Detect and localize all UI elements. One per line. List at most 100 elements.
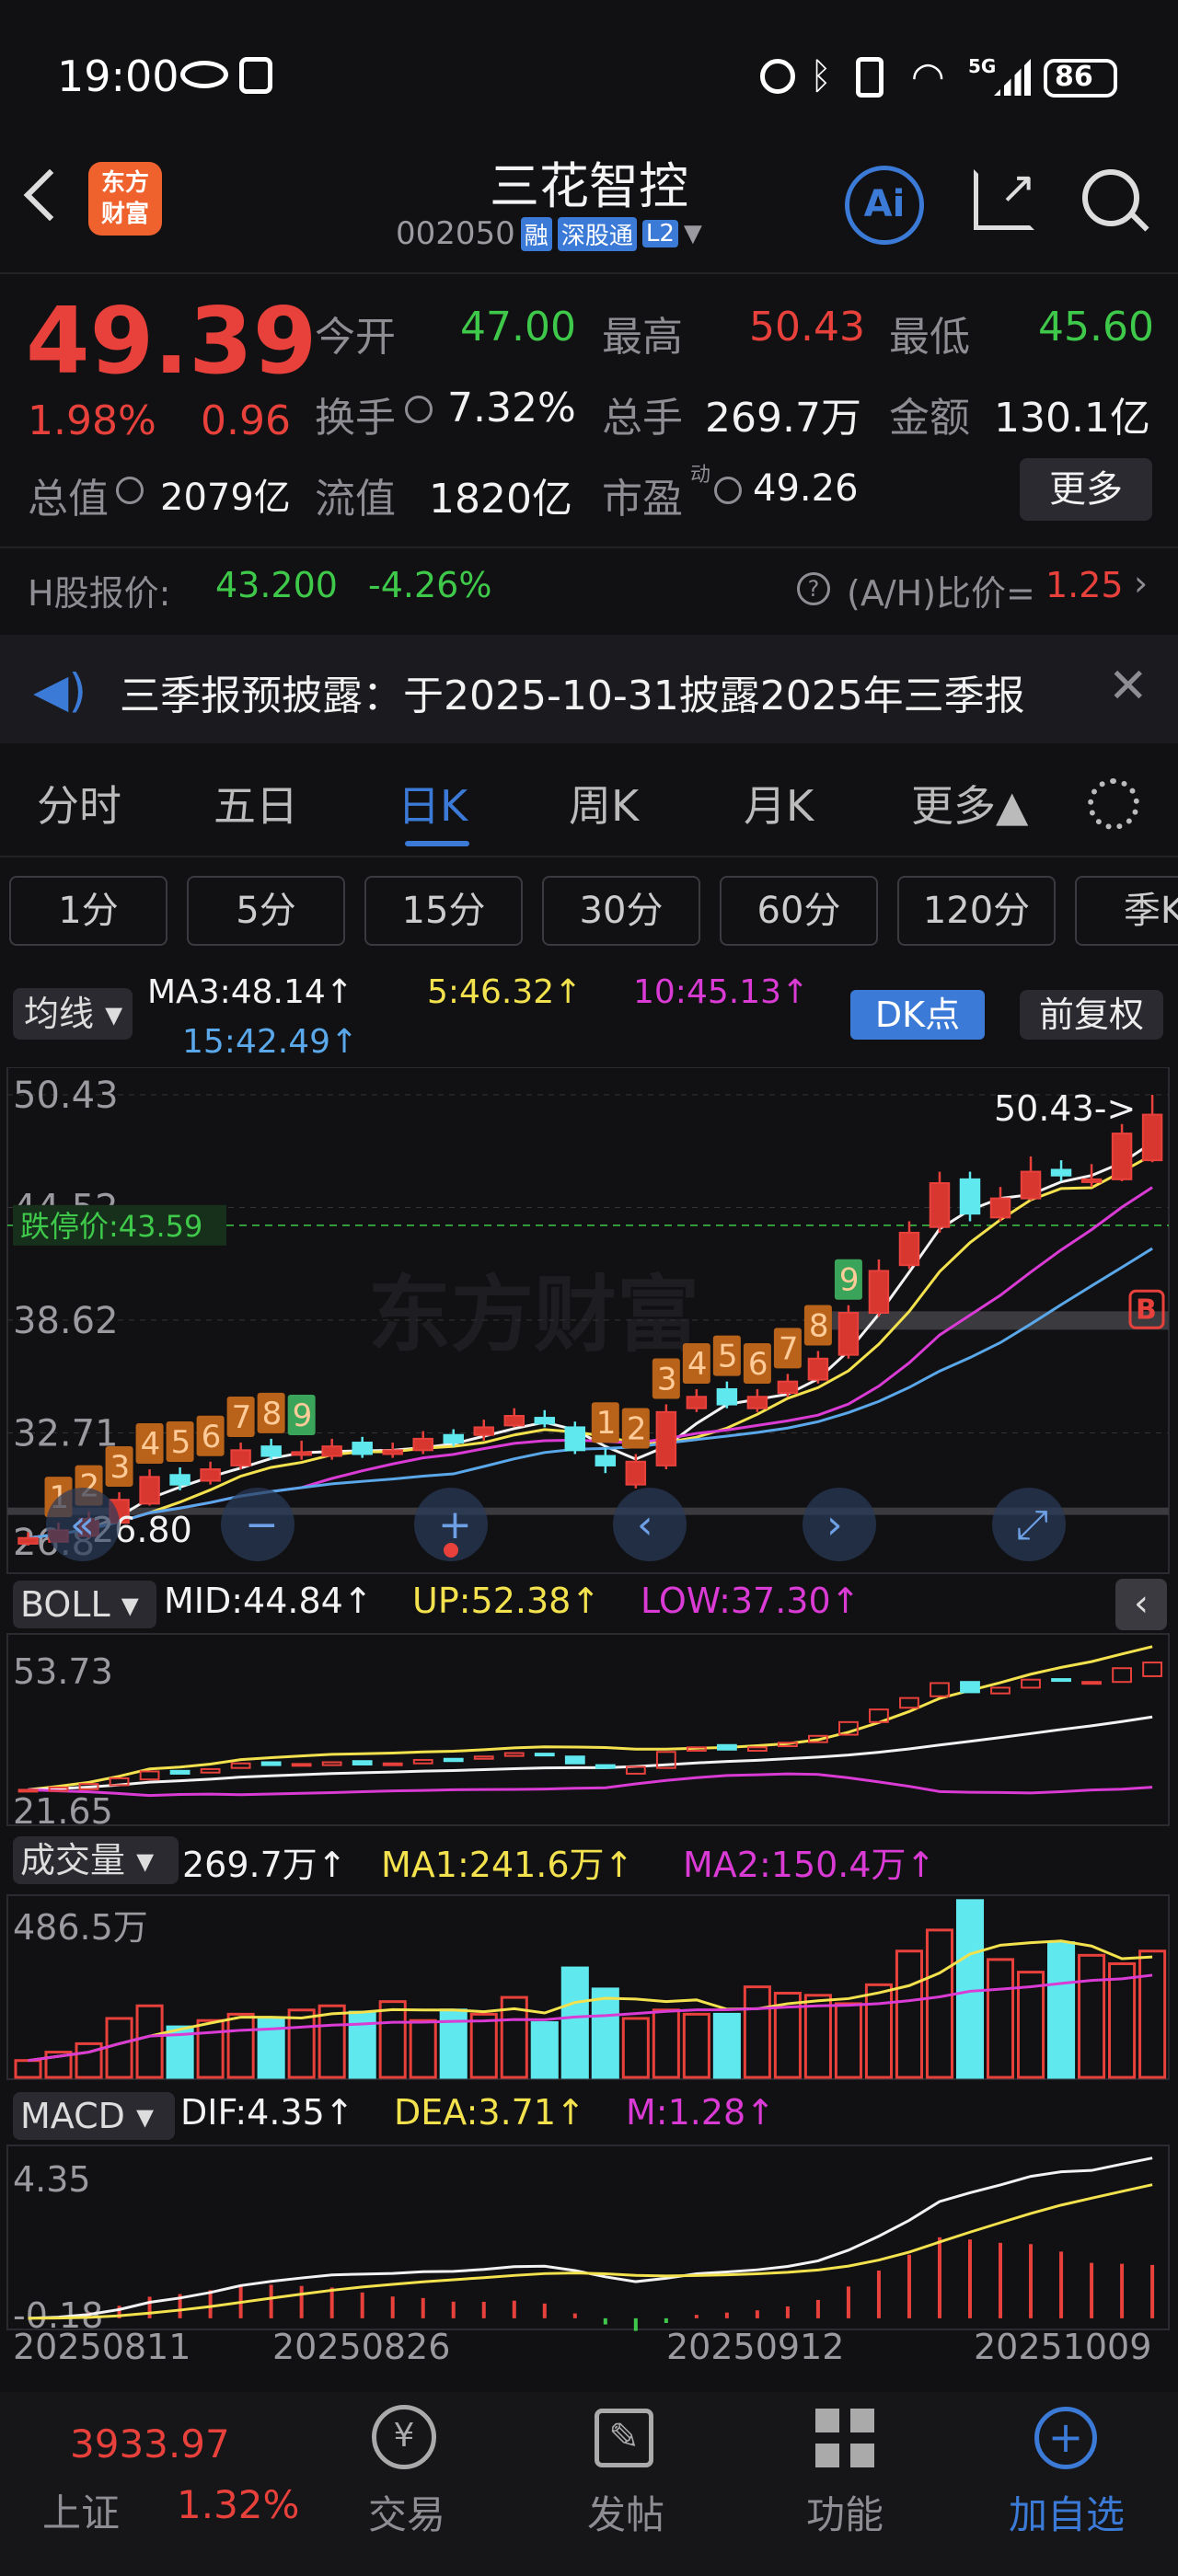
market-cap-value: 2079亿	[160, 477, 291, 519]
candle-body	[1111, 1133, 1133, 1180]
volume-bar	[1047, 1941, 1076, 2079]
period-4[interactable]: 60分	[720, 876, 878, 946]
function-button[interactable]: 功能	[806, 2484, 884, 2540]
period-5[interactable]: 120分	[897, 876, 1056, 946]
zoom-in-icon-glyph: +	[438, 1501, 472, 1548]
period-1[interactable]: 5分	[187, 876, 345, 946]
period-2[interactable]: 15分	[364, 876, 523, 946]
amount-value: 130.1亿	[994, 395, 1150, 442]
volume-bar	[712, 2012, 741, 2079]
info-icon[interactable]	[714, 477, 742, 504]
volume-bar	[469, 2012, 498, 2079]
signal-icon	[994, 59, 1031, 96]
candle-body	[807, 1357, 829, 1381]
back-icon[interactable]	[23, 168, 76, 222]
dk-button[interactable]: DK点	[850, 990, 985, 1040]
volume-value: 269.7万	[705, 395, 861, 442]
chevron-right-icon[interactable]: ›	[1134, 563, 1148, 604]
collapse-icon[interactable]: ‹	[1115, 1579, 1167, 1630]
macd-m: M:1.28↑	[626, 2092, 776, 2133]
tab-2[interactable]: 日K	[398, 773, 468, 834]
trade-button[interactable]: 交易	[368, 2484, 445, 2540]
boll-low-line	[28, 1772, 1153, 1798]
period-3[interactable]: 30分	[542, 876, 700, 946]
candle-body	[534, 1417, 556, 1425]
change-percent: 1.98%	[28, 397, 156, 444]
pe-label: 市盈	[602, 476, 683, 523]
volume-bar	[196, 2018, 225, 2079]
boll-mid: MID:44.84↑	[164, 1581, 373, 1621]
count-label: 3	[657, 1362, 677, 1398]
volume-bar	[348, 2010, 376, 2079]
pe-value: 49.26	[753, 467, 859, 510]
volume-bar	[895, 1949, 924, 2079]
app-logo: 东方 财富	[88, 162, 162, 236]
x-date-label: 20251009	[974, 2327, 1151, 2363]
kline-chart[interactable]: 东方财富50.4344.5238.6232.7126.8跌停价:43.59123…	[0, 1067, 1178, 1582]
count-label: 6	[748, 1346, 768, 1383]
last-price: 49.39	[26, 287, 318, 395]
stock-code: 002050	[396, 215, 515, 252]
x-date-label: 20250826	[272, 2327, 450, 2363]
nfc-icon	[239, 57, 272, 94]
add-watchlist-button[interactable]: 加自选	[1009, 2484, 1125, 2540]
post-button[interactable]: 发帖	[587, 2484, 664, 2540]
boll-candle	[382, 1762, 403, 1766]
boll-candle	[321, 1761, 342, 1766]
boll-candle	[1021, 1678, 1041, 1689]
macd-selector[interactable]: MACD ▾	[13, 2092, 175, 2140]
amount-label: 金额	[889, 395, 970, 442]
macd-chart[interactable]: 4.35-0.1820250811 20250826 20250912 2025100…	[0, 2090, 1178, 2363]
support-band	[810, 1311, 1169, 1330]
volume-bar	[864, 1983, 893, 2079]
macd-dif: DIF:4.35↑	[180, 2092, 354, 2133]
candle-body	[868, 1270, 890, 1315]
candle-body	[929, 1182, 951, 1228]
index-value[interactable]: 3933.97	[70, 2421, 230, 2467]
boll-selector[interactable]: BOLL ▾	[13, 1581, 156, 1628]
boll-candle	[595, 1764, 616, 1769]
ah-ratio-label: (A/H)比价=	[847, 573, 1035, 614]
boll-candle	[443, 1757, 464, 1763]
boll-candle	[716, 1743, 737, 1751]
ma3-value: MA3:48.14↑	[147, 973, 353, 1011]
boll-candle	[473, 1755, 494, 1760]
tab-1[interactable]: 五日	[214, 773, 298, 834]
volume-bar	[834, 2002, 862, 2079]
boll-low: LOW:37.30↑	[641, 1581, 860, 1621]
index-name: 上证	[42, 2490, 121, 2536]
info-icon[interactable]	[405, 396, 433, 423]
tab-5[interactable]: 更多▲	[911, 773, 1028, 834]
count-label: 9	[839, 1262, 860, 1299]
settings-icon[interactable]	[1088, 778, 1139, 830]
boll-candle	[503, 1752, 525, 1757]
period-0[interactable]: 1分	[9, 876, 167, 946]
y-tick: 38.62	[13, 1300, 119, 1342]
tab-4[interactable]: 月K	[744, 773, 814, 834]
boll-lo: 21.65	[13, 1791, 113, 1831]
period-6[interactable]: 季K	[1075, 876, 1178, 946]
more-button[interactable]: 更多	[1020, 458, 1152, 521]
close-icon[interactable]: ✕	[1108, 659, 1149, 714]
boll-mid-line	[28, 1715, 1153, 1791]
macd-dea-line	[28, 2183, 1153, 2320]
boll-candle	[200, 1767, 221, 1774]
speaker-icon: ◀)	[33, 664, 87, 718]
volume-selector[interactable]: 成交量 ▾	[13, 1836, 179, 1884]
boll-up: UP:52.38↑	[412, 1581, 601, 1621]
watermark: 东方财富	[368, 1267, 699, 1363]
stock-code-row[interactable]: 002050 融 深股通 L2 ▼	[396, 215, 702, 252]
ma-selector[interactable]: 均线 ▾	[13, 988, 133, 1040]
eye-icon	[180, 61, 228, 88]
float-cap-value: 1820亿	[429, 476, 572, 523]
low-label: 最低	[889, 314, 970, 361]
adjust-button[interactable]: 前复权	[1020, 990, 1163, 1040]
info-icon[interactable]	[116, 477, 144, 504]
help-icon[interactable]: ?	[797, 572, 830, 605]
tab-3[interactable]: 周K	[569, 773, 639, 834]
tab-0[interactable]: 分时	[37, 773, 121, 834]
l2-badge: L2	[641, 220, 678, 247]
ai-button[interactable]: Ai	[845, 166, 924, 245]
candle-body	[291, 1451, 312, 1456]
candle-body	[564, 1426, 586, 1452]
